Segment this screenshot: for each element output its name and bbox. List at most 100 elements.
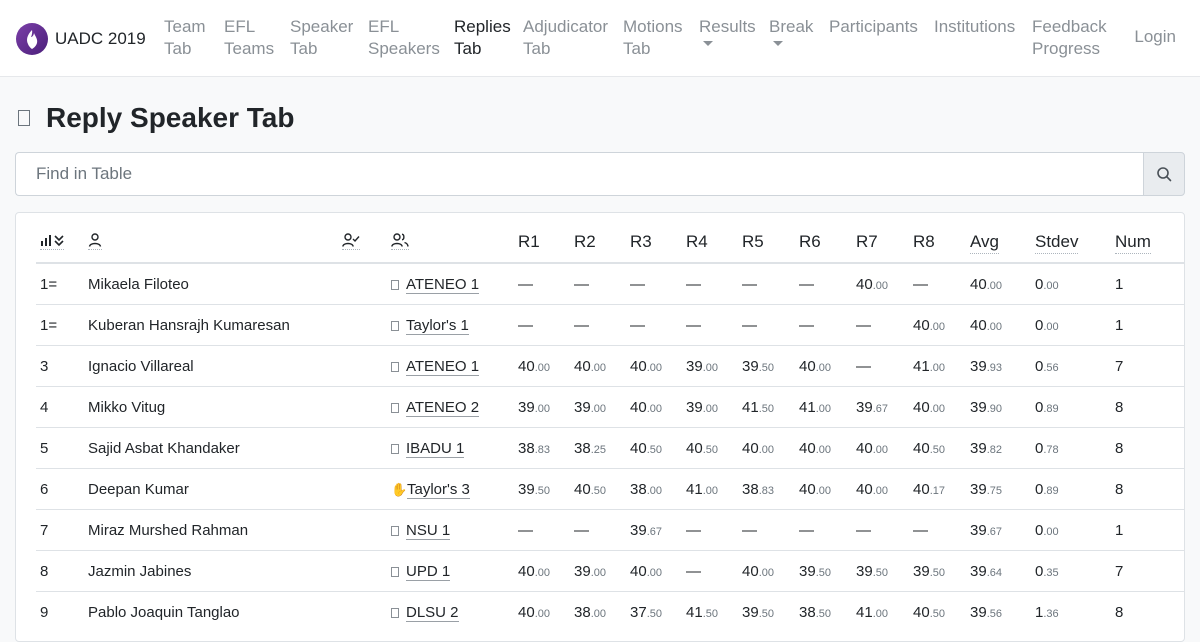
score-integer: 38 [630, 480, 647, 498]
round-3-score: 37.50 [626, 591, 682, 632]
brand-link[interactable]: UADC 2019 [16, 22, 146, 56]
score-integer: 39 [970, 480, 987, 498]
nav-team-tab[interactable]: Team Tab [164, 16, 206, 60]
team-link[interactable]: NSU 1 [406, 521, 451, 540]
round-6-score: 40.00 [795, 345, 852, 387]
page-title: Reply Speaker Tab [46, 102, 295, 133]
round-3-score: 40.00 [626, 550, 682, 592]
team-cell: Taylor's 1 [387, 304, 514, 346]
stdev-cell: 0.78 [1031, 427, 1111, 469]
team-link[interactable]: IBADU 1 [406, 439, 465, 458]
nav-label-line2: Progress [1032, 39, 1101, 58]
nav-feedback-progress[interactable]: Feedback Progress [1032, 16, 1107, 60]
rank-header[interactable] [36, 221, 84, 264]
num-cell: 1 [1111, 262, 1184, 305]
score-decimal: .00 [534, 402, 550, 415]
speaker-check-cell [338, 262, 387, 305]
r4-header[interactable]: R4 [682, 221, 738, 264]
score-integer: 39 [686, 398, 703, 416]
table-row: 1= Mikaela Filoteo ATENEO 1— — — — — —40.00—40.… [36, 262, 1184, 305]
search-input[interactable] [15, 152, 1143, 196]
score-decimal: .64 [986, 566, 1002, 579]
round-4-score: 39.00 [682, 345, 738, 387]
r3-header[interactable]: R3 [626, 221, 682, 264]
score-integer: 40 [630, 439, 647, 457]
score-decimal: .00 [815, 443, 831, 456]
login-link[interactable]: Login [1134, 27, 1176, 47]
team-header[interactable] [387, 221, 514, 264]
nav-motions-tab[interactable]: Motions Tab [623, 16, 683, 60]
table-row: 6 Deepan Kumar ✋Taylor's 3 39.50 40.50 38.00 4… [36, 468, 1184, 510]
table-search [15, 152, 1185, 196]
round-4-score: 39.00 [682, 386, 738, 428]
nav-label-line1: Results [699, 17, 756, 36]
team-link[interactable]: Taylor's 1 [406, 316, 469, 335]
team-link[interactable]: ATENEO 2 [406, 398, 480, 417]
speaker-check-cell [338, 345, 387, 387]
nav-speaker-tab[interactable]: Speaker Tab [290, 16, 353, 60]
stdev-cell: 0.56 [1031, 345, 1111, 387]
team-link[interactable]: ATENEO 1 [406, 357, 480, 376]
r7-header[interactable]: R7 [852, 221, 909, 264]
table-row: 8 Jazmin Jabines UPD 1 40.00 39.00 40.00—40.0… [36, 550, 1184, 592]
team-cell: UPD 1 [387, 550, 514, 592]
score-integer: 39 [742, 603, 759, 621]
score-decimal: .00 [986, 279, 1002, 292]
score-integer: 41 [799, 398, 816, 416]
stdev-header[interactable]: Stdev [1031, 221, 1111, 264]
nav-label-line1: Feedback [1032, 17, 1107, 36]
nav-label-line2: Tab [454, 39, 482, 58]
team-emoji-icon [391, 607, 399, 618]
avg-cell: 39.64 [966, 550, 1031, 592]
score-decimal: .00 [1043, 320, 1059, 333]
r1-header[interactable]: R1 [514, 221, 570, 264]
round-7-score: 39.67 [852, 386, 909, 428]
speaker-check-header[interactable] [338, 221, 387, 264]
score-integer: 38 [742, 480, 759, 498]
nav-efl-teams[interactable]: EFL Teams [224, 16, 274, 60]
nav-label-line2: Tab [623, 39, 651, 58]
search-button[interactable] [1143, 152, 1185, 196]
avg-header[interactable]: Avg [966, 221, 1031, 264]
team-link[interactable]: UPD 1 [406, 562, 451, 581]
score-integer: 39 [970, 398, 987, 416]
nav-label-line1: Participants [829, 17, 918, 36]
nav-break-dropdown[interactable]: Break [769, 16, 813, 46]
team-link[interactable]: Taylor's 3 [407, 480, 470, 499]
score-integer: 40 [856, 480, 873, 498]
nav-adjudicator-tab[interactable]: Adjudicator Tab [523, 16, 608, 60]
team-emoji-icon [391, 279, 399, 290]
nav-institutions[interactable]: Institutions [934, 16, 1015, 38]
score-decimal: .00 [590, 402, 606, 415]
score-decimal: .78 [1043, 443, 1059, 456]
score-decimal: .56 [986, 607, 1002, 620]
score-decimal: .00 [646, 566, 662, 579]
r8-header[interactable]: R8 [909, 221, 966, 264]
table-row: 7 Miraz Murshed Rahman NSU 1— —39.67— — — — —39… [36, 509, 1184, 551]
num-header[interactable]: Num [1111, 221, 1184, 264]
score-decimal: .00 [815, 484, 831, 497]
avg-cell: 39.67 [966, 509, 1031, 551]
score-decimal: .00 [590, 566, 606, 579]
r5-header[interactable]: R5 [738, 221, 795, 264]
nav-replies-tab[interactable]: Replies Tab [454, 16, 511, 60]
team-link[interactable]: ATENEO 1 [406, 275, 480, 294]
speaker-header[interactable] [84, 221, 338, 264]
score-integer: 40 [518, 562, 535, 580]
nav-participants[interactable]: Participants [829, 16, 918, 38]
round-4-score: 41.00 [682, 468, 738, 510]
table-row: 3 Ignacio Villareal ATENEO 1 40.00 40.00 40.0… [36, 345, 1184, 387]
round-6-score: 40.00 [795, 468, 852, 510]
round-5-score: 39.50 [738, 591, 795, 632]
nav-results-dropdown[interactable]: Results [699, 16, 756, 46]
score-decimal: .50 [758, 607, 774, 620]
team-emoji-icon [391, 443, 399, 454]
score-integer: 39 [742, 357, 759, 375]
r6-header[interactable]: R6 [795, 221, 852, 264]
round-7-score: — [852, 304, 909, 346]
score-decimal: .67 [986, 525, 1002, 538]
nav-efl-speakers[interactable]: EFL Speakers [368, 16, 440, 60]
round-3-score: — [626, 304, 682, 346]
r2-header[interactable]: R2 [570, 221, 626, 264]
team-link[interactable]: DLSU 2 [406, 603, 459, 622]
